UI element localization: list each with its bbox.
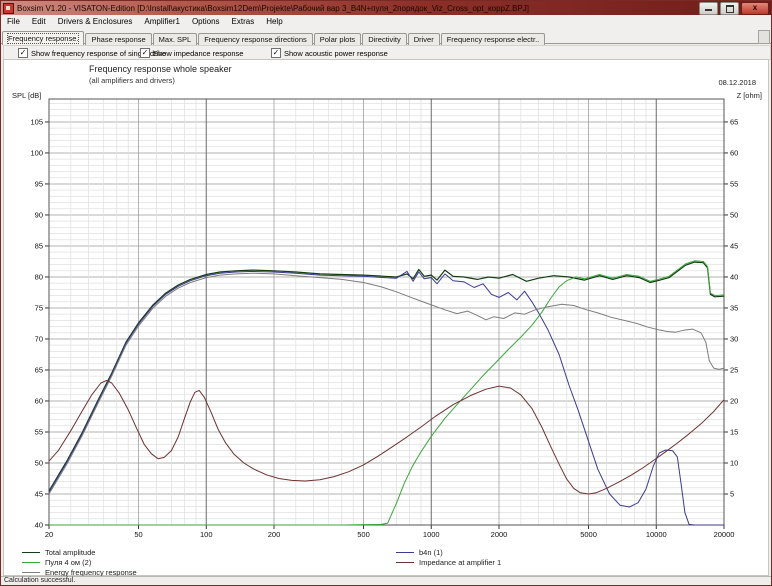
minimize-icon bbox=[705, 9, 712, 11]
tab-strip: Frequency response. Phase response Max. SP… bbox=[1, 28, 771, 44]
axis-tick-label: 55 bbox=[730, 179, 738, 188]
legend-line-pulya-4-ohm bbox=[22, 562, 40, 563]
tab-frequency-response[interactable]: Frequency response. bbox=[2, 31, 84, 45]
options-toolbar: ✓Show frequency response of single drive… bbox=[3, 45, 771, 60]
checkbox-box[interactable]: ✓ bbox=[271, 48, 281, 58]
app-icon bbox=[3, 3, 14, 14]
axis-tick-label: 1000 bbox=[423, 530, 440, 539]
menu-bar: FileEditDrivers & EnclosuresAmplifier1Op… bbox=[1, 15, 771, 29]
legend-label-total-amplitude: Total amplitude bbox=[45, 548, 95, 557]
tab-strip-edge-button-top[interactable] bbox=[758, 30, 770, 44]
axis-tick-label: 20 bbox=[730, 396, 738, 405]
axis-tick-label: 80 bbox=[35, 272, 43, 281]
axis-tick-label: 60 bbox=[730, 148, 738, 157]
axis-tick-label: 75 bbox=[35, 303, 43, 312]
checkbox-show-impedance-response[interactable]: ✓Show impedance response bbox=[140, 48, 243, 58]
maximize-button[interactable] bbox=[720, 2, 739, 15]
axis-tick-label: 70 bbox=[35, 334, 43, 343]
checkbox-label: Show acoustic power response bbox=[284, 49, 388, 58]
checkbox-label: Show impedance response bbox=[153, 49, 243, 58]
axis-tick-label: 500 bbox=[357, 530, 370, 539]
axis-tick-label: 15 bbox=[730, 427, 738, 436]
menu-item-amplifier1[interactable]: Amplifier1 bbox=[138, 16, 186, 27]
tab-label: Driver bbox=[414, 35, 434, 44]
minimize-button[interactable] bbox=[699, 2, 718, 15]
tab-label: Directivity bbox=[368, 35, 401, 44]
status-bar: Calculation successful. bbox=[1, 576, 771, 586]
axis-tick-label: 20 bbox=[45, 530, 53, 539]
axis-tick-label: 20000 bbox=[714, 530, 735, 539]
window-title: Boxsim V1.20 - VISATON-Edition [D:\Insta… bbox=[17, 4, 699, 13]
checkbox-box[interactable]: ✓ bbox=[140, 48, 150, 58]
axis-tick-label: 45 bbox=[730, 241, 738, 250]
axis-tick-label: 95 bbox=[35, 179, 43, 188]
tab-label: Phase response bbox=[91, 35, 145, 44]
axis-tick-label: 100 bbox=[30, 148, 43, 157]
axis-tick-label: 10 bbox=[730, 458, 738, 467]
legend-line-total-amplitude bbox=[22, 552, 40, 553]
frequency-response-plot: 40 45 50 55 60 65 70 75 80 85 90 95 100 105 5 10 15 20 25 3… bbox=[4, 60, 770, 540]
app-window: Boxsim V1.20 - VISATON-Edition [D:\Insta… bbox=[0, 0, 772, 586]
curve-impedance bbox=[49, 381, 724, 495]
menu-item-drivers-enclosures[interactable]: Drivers & Enclosures bbox=[52, 16, 139, 27]
axis-tick-label: 200 bbox=[268, 530, 281, 539]
menu-item-file[interactable]: File bbox=[1, 16, 26, 27]
curve-pulya-4-ohm bbox=[49, 261, 724, 525]
axis-tick-label: 50 bbox=[730, 210, 738, 219]
curve-b4n bbox=[49, 271, 724, 525]
legend-line-energy bbox=[22, 572, 40, 573]
axis-tick-label: 50 bbox=[134, 530, 142, 539]
checkbox-show-acoustic-power-response[interactable]: ✓Show acoustic power response bbox=[271, 48, 388, 58]
checkbox-box[interactable]: ✓ bbox=[18, 48, 28, 58]
axis-tick-label: 65 bbox=[35, 365, 43, 374]
close-button[interactable]: x bbox=[741, 2, 769, 15]
menu-item-edit[interactable]: Edit bbox=[26, 16, 52, 27]
tab-label: Frequency response directions bbox=[204, 35, 307, 44]
menu-item-extras[interactable]: Extras bbox=[226, 16, 261, 27]
legend-label-impedance: Impedance at amplifier 1 bbox=[419, 558, 501, 567]
axis-tick-label: 100 bbox=[200, 530, 213, 539]
chart-panel: Frequency response whole speaker (all am… bbox=[3, 59, 769, 576]
axis-tick-label: 50 bbox=[35, 458, 43, 467]
axis-tick-label: 105 bbox=[30, 117, 43, 126]
legend-label-b4n: b4n (1) bbox=[419, 548, 443, 557]
menu-item-help[interactable]: Help bbox=[260, 16, 288, 27]
axis-tick-label: 5 bbox=[730, 489, 734, 498]
title-bar[interactable]: Boxsim V1.20 - VISATON-Edition [D:\Insta… bbox=[1, 1, 771, 15]
axis-tick-label: 65 bbox=[730, 117, 738, 126]
tab-label: Max. SPL bbox=[159, 35, 192, 44]
axis-tick-label: 10000 bbox=[646, 530, 667, 539]
status-text: Calculation successful. bbox=[4, 577, 75, 584]
maximize-icon bbox=[726, 5, 734, 13]
axis-tick-label: 45 bbox=[35, 489, 43, 498]
axis-tick-label: 40 bbox=[35, 521, 43, 530]
axis-tick-label: 55 bbox=[35, 427, 43, 436]
tab-label: Frequency response. bbox=[8, 34, 78, 43]
axis-tick-label: 85 bbox=[35, 241, 43, 250]
menu-item-options[interactable]: Options bbox=[186, 16, 226, 27]
legend-label-pulya-4-ohm: Пуля 4 ом (2) bbox=[45, 558, 91, 567]
axis-tick-label: 30 bbox=[730, 334, 738, 343]
tab-label: Frequency response electr.. bbox=[447, 35, 540, 44]
axis-tick-label: 90 bbox=[35, 210, 43, 219]
legend-line-impedance bbox=[396, 562, 414, 563]
axis-tick-label: 40 bbox=[730, 272, 738, 281]
axis-tick-label: 5000 bbox=[580, 530, 597, 539]
curve-energy bbox=[49, 273, 724, 494]
axis-tick-label: 60 bbox=[35, 396, 43, 405]
axis-tick-label: 2000 bbox=[491, 530, 508, 539]
axis-tick-label: 35 bbox=[730, 303, 738, 312]
axis-tick-label: 25 bbox=[730, 365, 738, 374]
tab-label: Polar plots bbox=[320, 35, 355, 44]
legend-line-b4n bbox=[396, 552, 414, 553]
